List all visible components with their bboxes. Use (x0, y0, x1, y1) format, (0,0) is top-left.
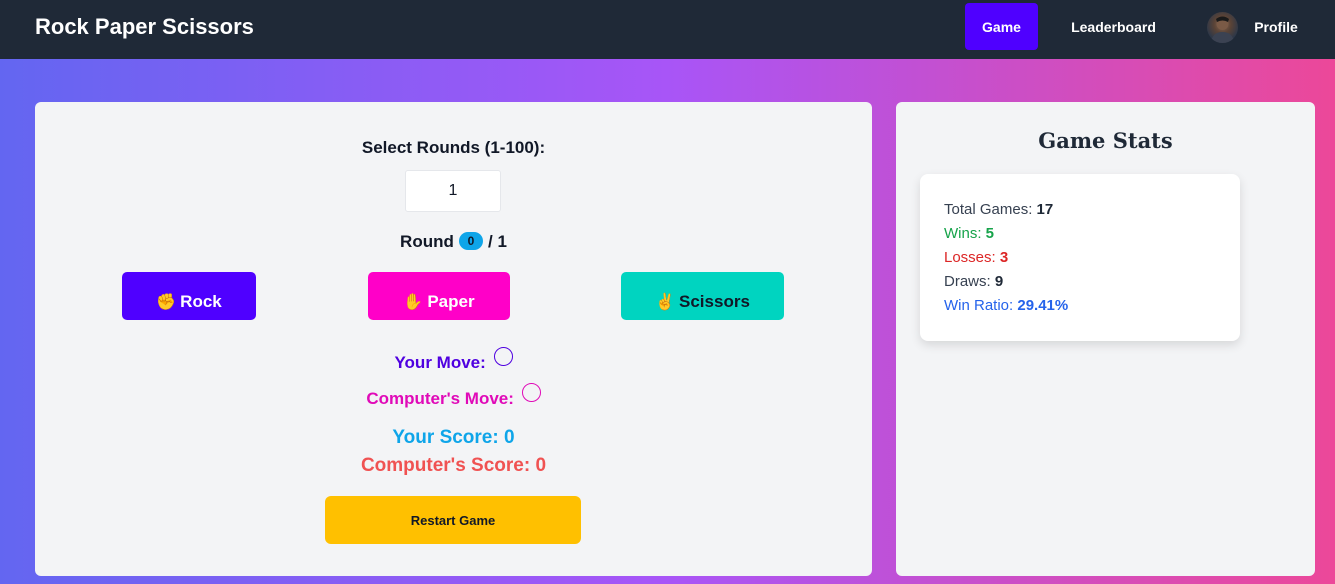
round-prefix: Round (400, 232, 454, 251)
empty-circle-icon (521, 383, 541, 402)
your-move-label: Your Move: (394, 353, 486, 372)
computer-move-display: Computer's Move: (35, 383, 872, 409)
scissors-button-label: Scissors (679, 292, 750, 311)
stat-losses: Losses: 3 (944, 249, 1008, 266)
avatar[interactable] (1207, 12, 1238, 43)
scissors-button[interactable]: ✌ Scissors (621, 272, 784, 320)
rounds-input[interactable] (405, 170, 501, 212)
scissors-hand-icon: ✌ (655, 294, 676, 311)
stat-label: Losses: (944, 249, 996, 266)
stat-draws: Draws: 9 (944, 273, 1003, 290)
stat-value: 29.41% (1017, 297, 1069, 314)
stat-label: Draws: (944, 273, 991, 290)
stat-label: Total Games: (944, 201, 1033, 218)
round-indicator: Round 0 / 1 (35, 232, 872, 252)
empty-circle-icon (493, 347, 513, 366)
your-score: Your Score: 0 (392, 427, 515, 448)
game-panel: Select Rounds (1-100): Round 0 / 1 ✊ Roc… (35, 102, 872, 576)
stat-wins: Wins: 5 (944, 225, 994, 242)
app-title: Rock Paper Scissors (35, 14, 254, 39)
paper-button[interactable]: ✋ Paper (368, 272, 510, 320)
restart-game-button[interactable]: Restart Game (325, 496, 581, 544)
rock-fist-icon: ✊ (156, 294, 177, 311)
paper-button-label: Paper (427, 292, 475, 311)
user-avatar-icon (1211, 16, 1234, 43)
stat-value: 9 (994, 273, 1004, 290)
stat-win-ratio: Win Ratio: 29.41% (944, 297, 1068, 314)
nav-profile-link[interactable]: Profile (1246, 3, 1306, 50)
current-round-badge: 0 (458, 232, 484, 250)
computer-score: Computer's Score: 0 (360, 455, 547, 476)
top-navbar: Rock Paper Scissors Game Leaderboard Pro… (0, 0, 1335, 59)
stat-total-games: Total Games: 17 (944, 201, 1053, 218)
your-move-display: Your Move: (35, 347, 872, 373)
stat-value: 5 (985, 225, 995, 242)
nav-game-button[interactable]: Game (965, 3, 1038, 50)
rock-button-label: Rock (180, 292, 222, 311)
paper-hand-icon: ✋ (403, 294, 424, 311)
rock-button[interactable]: ✊ Rock (122, 272, 256, 320)
select-rounds-label: Select Rounds (1-100): (361, 138, 546, 157)
nav-leaderboard-link[interactable]: Leaderboard (1060, 3, 1167, 50)
computer-move-label: Computer's Move: (366, 389, 514, 408)
stats-box: Total Games: 17 Wins: 5 Losses: 3 Draws:… (920, 174, 1240, 341)
stat-value: 17 (1036, 201, 1054, 218)
stat-value: 3 (999, 249, 1009, 266)
stats-panel: Game Stats Total Games: 17 Wins: 5 Losse… (896, 102, 1315, 576)
stat-label: Wins: (944, 225, 982, 242)
stats-title: Game Stats (1038, 128, 1173, 153)
round-total: / 1 (488, 232, 507, 251)
stat-label: Win Ratio: (944, 297, 1014, 314)
